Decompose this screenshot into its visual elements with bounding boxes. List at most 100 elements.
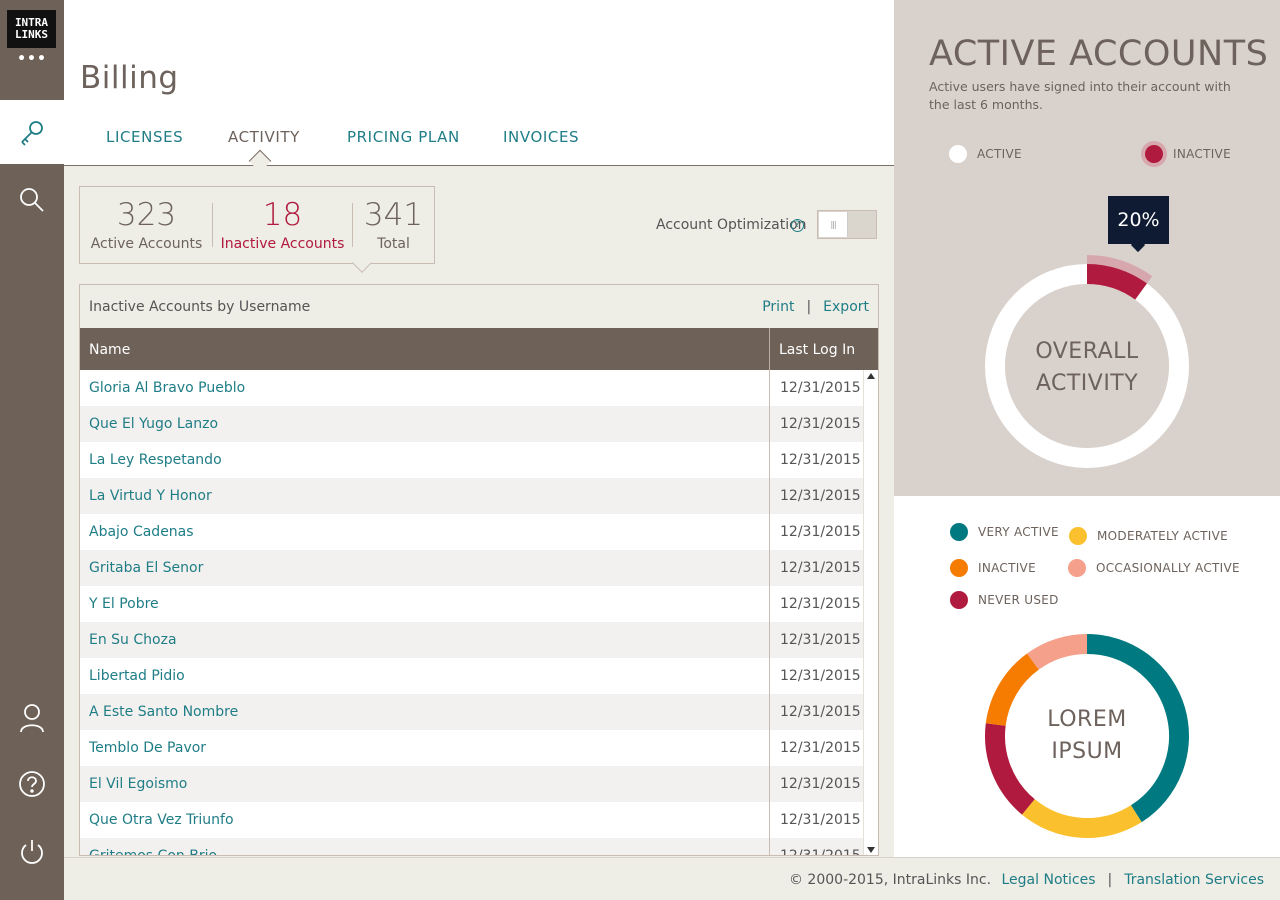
stat-inactive-value: 18 [262,197,303,233]
account-name-link[interactable]: La Ley Respetando [89,452,222,468]
sidebar: INTRA LINKS ••• [0,0,64,900]
table-row[interactable]: En Su Choza 12/31/2015 [80,622,863,658]
last-log-in: 12/31/2015 [780,488,861,504]
last-log-in: 12/31/2015 [780,560,861,576]
stat-inactive-label: Inactive Accounts [220,236,345,252]
footer: © 2000-2015, IntraLinks Inc. Legal Notic… [64,857,1280,900]
account-name-link[interactable]: Temblo De Pavor [89,740,206,756]
tab-licenses[interactable]: LICENSES [106,128,183,146]
last-log-in: 12/31/2015 [780,380,861,396]
main-header: Billing LICENSES ACTIVITY PRICING PLAN I… [64,0,894,173]
overall-activity-label: OVERALL ACTIVITY [1007,336,1167,400]
column-header-last-log-in[interactable]: Last Log In [779,342,855,358]
table-header: Name Last Log In [80,328,878,370]
donut-label-line2: ACTIVITY [1035,371,1139,396]
print-link[interactable]: Print [762,299,794,315]
key-icon[interactable] [0,100,64,164]
export-link[interactable]: Export [823,299,869,315]
toggle-knob[interactable]: ||| [819,212,848,237]
column-header-name[interactable]: Name [89,342,130,358]
account-name-link[interactable]: La Virtud Y Honor [89,488,212,504]
last-log-in: 12/31/2015 [780,848,861,856]
account-name-link[interactable]: Libertad Pidio [89,668,185,684]
tab-invoices[interactable]: INVOICES [503,128,579,146]
stat-total[interactable]: 341 Total [353,187,434,263]
page-title: Billing [80,60,179,96]
table-row[interactable]: Abajo Cadenas 12/31/2015 [80,514,863,550]
table-row[interactable]: A Este Santo Nombre 12/31/2015 [80,694,863,730]
account-optimization-toggle[interactable]: ||| [817,210,877,239]
account-optimization-label: Account Optimization [656,217,807,233]
percentage-tooltip: 20% [1108,196,1169,244]
translation-services-link[interactable]: Translation Services [1124,872,1264,888]
table-row[interactable]: Libertad Pidio 12/31/2015 [80,658,863,694]
footer-links: © 2000-2015, IntraLinks Inc. Legal Notic… [789,872,1264,888]
table-scrollbar[interactable] [863,370,878,855]
breakdown-donut-label: LOREM IPSUM [1007,704,1167,768]
tab-activity[interactable]: ACTIVITY [228,128,300,146]
donut-label-line1: OVERALL [1035,339,1139,364]
active-accounts-panel: ACTIVE ACCOUNTS Active users have signed… [894,0,1280,496]
stat-active[interactable]: 323 Active Accounts [80,187,213,263]
table-row[interactable]: Que El Yugo Lanzo 12/31/2015 [80,406,863,442]
help-icon[interactable] [0,754,64,814]
stat-active-label: Active Accounts [90,236,203,252]
account-name-link[interactable]: Gloria Al Bravo Pueblo [89,380,245,396]
table-row[interactable]: Temblo De Pavor 12/31/2015 [80,730,863,766]
account-name-link[interactable]: Abajo Cadenas [89,524,194,540]
account-stats: 323 Active Accounts 18 Inactive Accounts… [79,186,435,273]
last-log-in: 12/31/2015 [780,416,861,432]
table-row[interactable]: Gritaba El Senor 12/31/2015 [80,550,863,586]
last-log-in: 12/31/2015 [780,668,861,684]
stat-total-label: Total [377,236,410,252]
panel-header: Inactive Accounts by Username Print | Expo… [80,285,878,328]
intralinks-logo[interactable]: INTRA LINKS [7,10,56,48]
overall-activity-donut[interactable] [894,0,1280,496]
tab-pricing-plan[interactable]: PRICING PLAN [347,128,460,146]
search-icon[interactable] [0,168,64,232]
table-row[interactable]: Y El Pobre 12/31/2015 [80,586,863,622]
account-name-link[interactable]: A Este Santo Nombre [89,704,238,720]
account-name-link[interactable]: Que El Yugo Lanzo [89,416,218,432]
last-log-in: 12/31/2015 [780,596,861,612]
power-icon[interactable] [0,822,64,882]
scroll-down-arrow-icon[interactable] [867,847,875,853]
donut-label-line2: IPSUM [1051,739,1123,764]
table-row[interactable]: Gritemos Con Brio 12/31/2015 [80,838,863,856]
more-menu-icon[interactable]: ••• [0,52,64,66]
account-name-link[interactable]: Gritemos Con Brio [89,848,217,855]
last-log-in: 12/31/2015 [780,740,861,756]
table-row[interactable]: La Ley Respetando 12/31/2015 [80,442,863,478]
last-log-in: 12/31/2015 [780,524,861,540]
stat-inactive[interactable]: 18 Inactive Accounts [213,187,352,263]
donut-segment-moderately-active[interactable] [1021,798,1142,838]
column-divider [769,328,770,370]
action-separator: | [806,299,812,315]
activity-breakdown-panel: VERY ACTIVE MODERATELY ACTIVE INACTIVE O… [894,496,1280,857]
table-row[interactable]: El Vil Egoismo 12/31/2015 [80,766,863,802]
copyright-text: © 2000-2015, IntraLinks Inc. [788,872,992,888]
scroll-up-arrow-icon[interactable] [867,373,875,379]
donut-segment-occasionally-active[interactable] [1027,634,1088,670]
table-row[interactable]: Que Otra Vez Triunfo 12/31/2015 [80,802,863,838]
inactive-accounts-panel: Inactive Accounts by Username Print | Expo… [79,284,879,856]
user-icon[interactable] [0,688,64,748]
table-body[interactable]: Gloria Al Bravo Pueblo 12/31/2015 Que El … [80,370,863,856]
panel-actions: Print | Export [762,299,869,315]
table-row[interactable]: La Virtud Y Honor 12/31/2015 [80,478,863,514]
account-name-link[interactable]: En Su Choza [89,632,177,648]
last-log-in: 12/31/2015 [780,632,861,648]
column-divider [769,370,770,855]
footer-separator: | [1107,872,1113,888]
account-name-link[interactable]: Y El Pobre [89,596,159,612]
table-row[interactable]: Gloria Al Bravo Pueblo 12/31/2015 [80,370,863,406]
breakdown-donut[interactable] [894,496,1280,857]
panel-title: Inactive Accounts by Username [89,299,311,315]
account-name-link[interactable]: Gritaba El Senor [89,560,203,576]
help-icon[interactable]: ? [791,219,804,232]
logo-line2: LINKS [14,28,49,41]
account-name-link[interactable]: El Vil Egoismo [89,776,187,792]
legal-notices-link[interactable]: Legal Notices [1002,872,1096,888]
account-name-link[interactable]: Que Otra Vez Triunfo [89,812,234,828]
last-log-in: 12/31/2015 [780,452,861,468]
